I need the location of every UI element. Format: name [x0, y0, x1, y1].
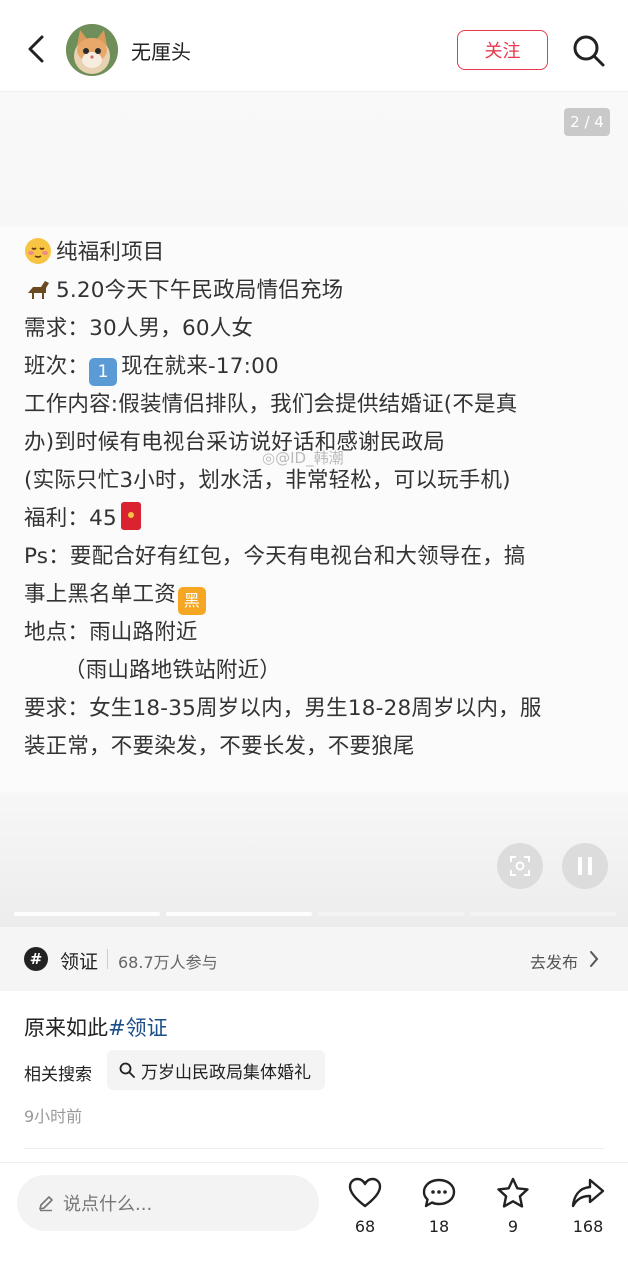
like-button[interactable]: 68: [335, 1175, 395, 1236]
caption-hashtag-link[interactable]: #领证: [108, 1016, 168, 1040]
notice-line-title: 纯福利项目: [24, 235, 165, 266]
watermark-text: @ID_韩潮: [275, 449, 344, 467]
comment-count: 18: [428, 1217, 450, 1236]
favorite-button[interactable]: 9: [483, 1175, 543, 1236]
image-carousel[interactable]: 2 / 4 纯福利项目 5.20今天下午民政局情侣充场 需求：30人男，60人女…: [0, 92, 628, 927]
comment-bubble-icon: [422, 1178, 456, 1208]
share-button[interactable]: 168: [558, 1175, 618, 1236]
notice-line-text: 事上黑名单工资: [24, 582, 176, 607]
red-envelope-icon: [120, 502, 141, 530]
follow-button[interactable]: 关注: [457, 30, 548, 70]
page-counter: 2 / 4: [564, 108, 610, 136]
search-icon: [119, 1062, 135, 1078]
related-search-query: 万岁山民政局集体婚礼: [141, 1062, 311, 1083]
like-count: 68: [354, 1217, 376, 1236]
black-badge-icon: 黑: [177, 587, 206, 615]
related-search-label: 相关搜索: [24, 1065, 92, 1085]
pencil-icon: [39, 1196, 53, 1212]
chevron-right-icon[interactable]: [588, 949, 604, 969]
notice-line-text: 纯福利项目: [56, 240, 165, 265]
watermark: ◎@ID_韩潮: [262, 447, 344, 468]
notice-line-content-1: 工作内容:假装情侣排队，我们会提供结婚证(不是真: [24, 392, 518, 417]
notice-line-benefit: 福利：45: [24, 501, 141, 532]
notice-line-location: 地点：雨山路附近: [24, 620, 198, 645]
notice-line-requirement-2: 装正常，不要染发，不要长发，不要狼尾: [24, 734, 415, 759]
topic-participants: 68.7万人参与: [118, 953, 218, 972]
related-search-chip[interactable]: 万岁山民政局集体婚礼: [107, 1050, 325, 1090]
notice-line-text: 5.20今天下午民政局情侣充场: [56, 278, 344, 303]
topic-name[interactable]: 领证: [60, 947, 98, 974]
notice-line-content-2: 办)到时候有电视台采访说好话和感谢民政局: [24, 430, 445, 455]
notice-line-date: 5.20今天下午民政局情侣充场: [24, 273, 343, 304]
cat-avatar-icon: [66, 24, 118, 76]
notice-line-text: 福利：45: [24, 506, 117, 531]
bottom-action-bar: 说点什么... 68 18 9 168: [0, 1162, 628, 1280]
post-caption: 原来如此#领证: [24, 1012, 168, 1042]
smiling-face-emoji-icon: [24, 237, 52, 265]
comment-placeholder: 说点什么...: [63, 1194, 153, 1215]
star-icon: [497, 1177, 529, 1208]
share-count: 168: [572, 1217, 604, 1236]
weibo-icon: ◎: [262, 449, 276, 467]
scan-icon: [510, 856, 530, 876]
slide-progress-4: [470, 912, 616, 916]
pause-button[interactable]: [562, 843, 608, 889]
share-arrow-icon: [571, 1178, 605, 1208]
post-timestamp: 9小时前: [24, 1107, 83, 1126]
divider: [24, 1148, 604, 1149]
notice-line-requirement-1: 要求：女生18-35周岁以内，男生18-28周岁以内，服: [24, 696, 542, 721]
pause-icon: [578, 857, 592, 875]
slide-progress-3: [318, 912, 464, 916]
notice-line-demand: 需求：30人男，60人女: [24, 316, 254, 341]
shift-prefix: 班次：: [24, 354, 90, 379]
notice-image: 纯福利项目 5.20今天下午民政局情侣充场 需求：30人男，60人女 班次： 1 现…: [0, 227, 628, 792]
horse-emoji-icon: [24, 275, 52, 303]
top-bar: 无厘头 关注: [0, 0, 628, 92]
notice-line-ps-1: Ps：要配合好有红包，今天有电视台和大领导在，搞: [24, 544, 526, 569]
back-button[interactable]: [18, 31, 54, 67]
heart-icon: [348, 1177, 382, 1208]
comment-button[interactable]: 18: [409, 1175, 469, 1236]
favorite-count: 9: [507, 1217, 519, 1236]
scan-button[interactable]: [497, 843, 543, 889]
notice-line-shift: 班次： 1 现在就来-17:00: [24, 349, 279, 386]
notice-line-location-detail: （雨山路地铁站附近）: [64, 658, 282, 683]
notice-line-text: 现在就来-17:00: [121, 354, 279, 379]
avatar[interactable]: [66, 24, 118, 76]
topic-bar[interactable]: # 领证 68.7万人参与 去发布: [0, 927, 628, 991]
search-button[interactable]: [568, 30, 610, 72]
topic-divider: [107, 949, 108, 969]
hashtag-icon: #: [24, 947, 48, 971]
username[interactable]: 无厘头: [131, 36, 191, 65]
keycap-one-icon: 1: [89, 358, 118, 386]
slide-progress-2: [166, 912, 312, 916]
slide-progress-1: [14, 912, 160, 916]
go-publish-link[interactable]: 去发布: [530, 949, 578, 973]
comment-input[interactable]: 说点什么...: [17, 1175, 319, 1231]
search-icon: [573, 35, 605, 67]
back-arrow-icon: [28, 35, 44, 63]
notice-line-ps-2: 事上黑名单工资黑: [24, 577, 206, 615]
carousel-top-area: [0, 92, 628, 227]
caption-text: 原来如此: [24, 1016, 108, 1040]
